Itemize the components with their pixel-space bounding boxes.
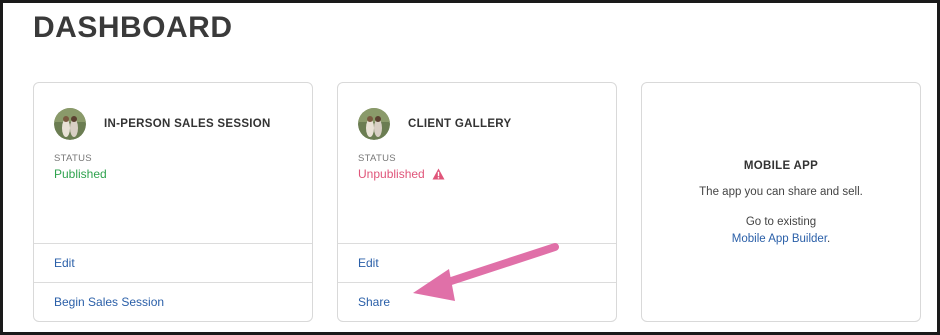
edit-link[interactable]: Edit — [34, 243, 312, 282]
link-suffix: . — [827, 232, 831, 245]
card-title: IN-PERSON SALES SESSION — [104, 118, 271, 130]
sales-session-card: IN-PERSON SALES SESSION STATUS Published… — [33, 82, 313, 322]
client-gallery-card: CLIENT GALLERY STATUS Unpublished Edit S… — [337, 82, 617, 322]
mobile-app-goto-text: Go to existing — [745, 215, 817, 228]
card-header: IN-PERSON SALES SESSION — [54, 108, 271, 140]
card-title: CLIENT GALLERY — [408, 118, 512, 130]
status-label: STATUS — [54, 153, 92, 164]
warning-icon — [432, 168, 445, 180]
status-value: Unpublished — [358, 167, 445, 181]
window-frame: DASHBOARD IN-PERSON SALES SESSION STATUS… — [0, 0, 940, 335]
begin-sales-session-label: Begin Sales Session — [54, 295, 165, 309]
avatar — [54, 108, 86, 140]
status-value: Published — [54, 167, 107, 181]
card-header: CLIENT GALLERY — [358, 108, 511, 140]
page-title: DASHBOARD — [33, 11, 233, 44]
mobile-app-title: MOBILE APP — [743, 159, 819, 172]
mobile-app-link-line: Mobile App Builder. — [732, 233, 830, 245]
edit-link-label: Edit — [54, 256, 75, 270]
status-label: STATUS — [358, 153, 396, 164]
edit-link-label: Edit — [358, 256, 379, 270]
avatar — [358, 108, 390, 140]
share-link-label: Share — [358, 295, 391, 309]
status-text: Unpublished — [358, 167, 425, 181]
mobile-app-description: The app you can share and sell. — [699, 185, 863, 198]
status-text: Published — [54, 167, 107, 181]
mobile-app-card: MOBILE APP The app you can share and sel… — [641, 82, 921, 322]
edit-link[interactable]: Edit — [338, 243, 616, 282]
begin-sales-session-link[interactable]: Begin Sales Session — [34, 282, 312, 321]
mobile-app-builder-link[interactable]: Mobile App Builder — [732, 233, 827, 245]
share-link[interactable]: Share — [338, 282, 616, 321]
